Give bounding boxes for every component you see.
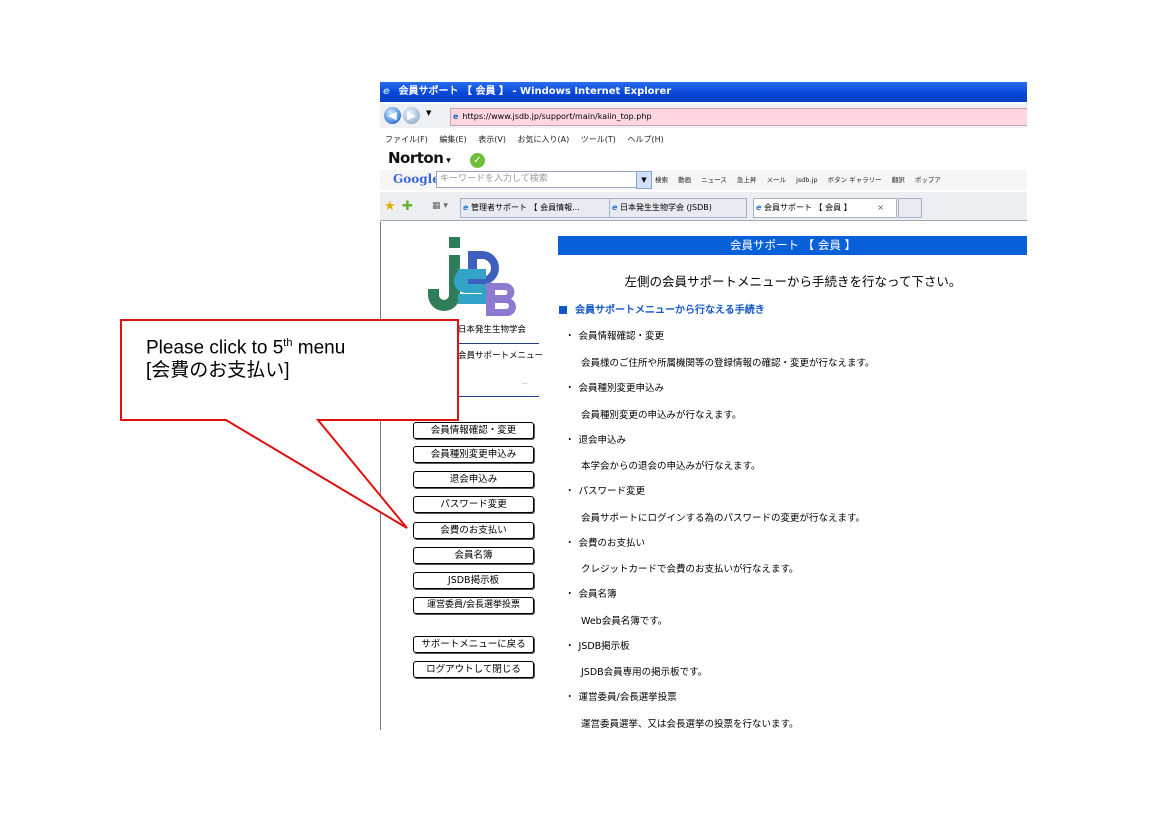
ie-logo-icon: e: [383, 86, 390, 97]
item-desc: 会員種別変更の申込みが行なえます。: [581, 410, 742, 421]
section-title: 会員サポートメニューから行なえる手続き: [559, 301, 765, 316]
menu-button-payment[interactable]: 会費のお支払い: [413, 522, 534, 539]
back-to-menu-button[interactable]: サポートメニューに戻る: [413, 636, 534, 653]
google-popup-button[interactable]: ポップア: [915, 176, 941, 184]
sidebar-user-name: ...: [522, 379, 528, 386]
norton-toolbar: Norton ▾ ✓: [388, 148, 485, 168]
menu-button-withdrawal[interactable]: 退会申込み: [413, 471, 534, 488]
item-desc: 本学会からの退会の申込みが行なえます。: [581, 461, 761, 472]
address-bar: ◀ ▶ ▼ e https://www.jsdb.jp/support/main/…: [380, 104, 1027, 128]
menu-favorites[interactable]: お気に入り(A): [518, 135, 570, 144]
tab-jsdb[interactable]: e 日本発生生物学会 (JSDB): [609, 198, 747, 218]
back-button[interactable]: ◀: [384, 107, 401, 124]
google-search-input[interactable]: キーワードを入力して検索: [436, 171, 651, 188]
square-bullet-icon: [559, 306, 567, 314]
callout-line-2: [会費のお支払い]: [146, 360, 290, 382]
item-title: 会員情報確認・変更: [565, 328, 665, 342]
menu-button-directory[interactable]: 会員名簿: [413, 547, 534, 564]
window-title: 会員サポート 【 会員 】 - Windows Internet Explore…: [398, 86, 672, 97]
google-translate-button[interactable]: 翻訳: [892, 176, 905, 184]
item-desc: 運営委員選挙、又は会長選挙の投票を行ないます。: [581, 719, 799, 730]
tab-member-support[interactable]: e 会員サポート 【 会員 】 ×: [753, 198, 897, 218]
browser-window: e 会員サポート 【 会員 】 - Windows Internet Explo…: [380, 82, 1027, 730]
page-content: 日本発生生物学会 会員サポートメニュー ... 会員情報確認・変更 会員種別変更…: [380, 222, 1027, 730]
forward-button[interactable]: ▶: [403, 107, 420, 124]
menu-button-member-info[interactable]: 会員情報確認・変更: [413, 422, 534, 439]
quick-tabs-icon[interactable]: ▦ ▾: [432, 201, 448, 211]
menu-button-password[interactable]: パスワード変更: [413, 496, 534, 513]
item-title: パスワード変更: [565, 483, 646, 497]
page-title: 会員サポート 【 会員 】: [558, 236, 1027, 255]
item-desc: クレジットカードで会費のお支払いが行なえます。: [581, 564, 799, 575]
menu-file[interactable]: ファイル(F): [385, 135, 428, 144]
menu-help[interactable]: ヘルプ(H): [627, 135, 663, 144]
google-video-button[interactable]: 動画: [678, 176, 691, 184]
close-tab-icon[interactable]: ×: [877, 199, 884, 217]
tab-ie-icon: e: [463, 203, 469, 212]
add-favorites-icon[interactable]: ✚: [402, 199, 413, 214]
item-title: 運営委員/会長選挙投票: [565, 689, 677, 703]
tab-ie-icon: e: [756, 203, 762, 212]
menu-edit[interactable]: 編集(E): [439, 135, 466, 144]
google-logo: Google: [393, 172, 440, 186]
favorites-star-icon[interactable]: ★: [384, 199, 396, 214]
menu-bar: ファイル(F) 編集(E) 表示(V) お気に入り(A) ツール(T) ヘルプ(…: [380, 132, 673, 148]
norton-check-icon[interactable]: ✓: [469, 153, 485, 168]
instruction-text: 左側の会員サポートメニューから手続きを行なって下さい。: [624, 274, 962, 289]
menu-tools[interactable]: ツール(T): [581, 135, 616, 144]
sidebar-menu-title: 会員サポートメニュー: [458, 351, 544, 361]
page-favicon-icon: e: [453, 112, 459, 121]
google-search-dropdown-icon[interactable]: ▼: [636, 171, 652, 189]
jsdb-logo: [428, 237, 516, 317]
sidebar-divider: [459, 343, 539, 344]
item-title: 退会申込み: [565, 432, 627, 446]
google-trending-button[interactable]: 急上昇: [737, 176, 757, 184]
society-name: 日本発生生物学会: [458, 325, 527, 335]
item-title: JSDB掲示板: [565, 638, 630, 652]
item-title: 会員名簿: [565, 586, 617, 600]
callout-line-1: Please click to 5th menu: [146, 337, 346, 359]
title-bar: e 会員サポート 【 会員 】 - Windows Internet Explo…: [380, 82, 1027, 102]
menu-button-bulletin-board[interactable]: JSDB掲示板: [413, 572, 534, 589]
history-dropdown-icon[interactable]: ▼: [426, 109, 431, 117]
callout-text: Please click to 5th menu [会費のお支払い]: [146, 337, 345, 383]
google-site-button[interactable]: jsdb.jp: [796, 176, 817, 184]
google-mail-button[interactable]: メール: [767, 176, 787, 184]
tab-bar: ★ ✚ ▦ ▾ e 管理者サポート 【 会員情報... e 日本発生生物学会 (…: [380, 192, 1027, 221]
item-desc: 会員サポートにログインする為のパスワードの変更が行なえます。: [581, 513, 866, 524]
new-tab-button[interactable]: [898, 198, 922, 218]
google-toolbar-items: 検索 動画 ニュース 急上昇 メール jsdb.jp ボタン ギャラリー 翻訳 …: [655, 170, 949, 190]
google-news-button[interactable]: ニュース: [701, 176, 727, 184]
logout-button[interactable]: ログアウトして閉じる: [413, 661, 534, 678]
item-title: 会員種別変更申込み: [565, 380, 665, 394]
google-gallery-button[interactable]: ボタン ギャラリー: [828, 176, 882, 184]
item-desc: 会員様のご住所や所属機関等の登録情報の確認・変更が行なえます。: [581, 358, 875, 369]
item-desc: JSDB会員専用の掲示板です。: [581, 667, 708, 678]
google-search-button[interactable]: 検索: [655, 176, 668, 184]
tab-ie-icon: e: [612, 203, 618, 212]
menu-view[interactable]: 表示(V): [478, 135, 506, 144]
menu-button-election[interactable]: 運営委員/会長選挙投票: [413, 597, 534, 614]
menu-button-member-type[interactable]: 会員種別変更申込み: [413, 446, 534, 463]
tab-admin-support[interactable]: e 管理者サポート 【 会員情報...: [460, 198, 610, 218]
norton-label[interactable]: Norton: [388, 149, 444, 167]
item-desc: Web会員名簿です。: [581, 616, 668, 627]
google-toolbar: Google キーワードを入力して検索 ▼ 検索 動画 ニュース 急上昇 メール…: [380, 170, 1027, 190]
item-title: 会費のお支払い: [565, 535, 646, 549]
sidebar-divider: [459, 396, 539, 397]
url-field[interactable]: e https://www.jsdb.jp/support/main/kaiin_…: [450, 108, 1027, 126]
